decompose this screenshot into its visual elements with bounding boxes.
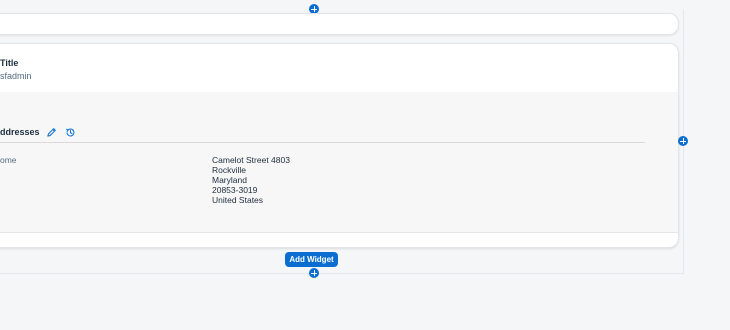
address-line: Maryland xyxy=(212,175,247,185)
card-subtitle: sfadmin xyxy=(0,71,32,81)
address-line: Rockville xyxy=(212,165,247,175)
address-line: United States xyxy=(212,195,264,205)
addresses-widget-card: Title sfadmin ddresses ome Camelot Stree… xyxy=(0,43,679,248)
add-widget-button[interactable]: Add Widget xyxy=(285,252,338,267)
section-divider xyxy=(0,142,645,143)
address-type-label: ome xyxy=(0,155,17,165)
card-header: Title sfadmin xyxy=(0,44,678,92)
section-title: ddresses xyxy=(0,127,40,137)
addresses-section: ddresses ome Camelot Street 4803 Rockvil… xyxy=(0,92,678,233)
add-below-plus-icon[interactable] xyxy=(309,268,319,278)
address-line: Camelot Street 4803 xyxy=(212,155,290,165)
address-value: Camelot Street 4803 Rockville Maryland 2… xyxy=(212,155,290,205)
empty-widget-card xyxy=(0,13,679,35)
card-title: Title xyxy=(0,58,19,68)
pencil-icon[interactable] xyxy=(45,126,57,138)
history-icon[interactable] xyxy=(64,126,76,138)
address-line: 20853-3019 xyxy=(212,185,258,195)
add-right-plus-icon[interactable] xyxy=(678,136,688,146)
